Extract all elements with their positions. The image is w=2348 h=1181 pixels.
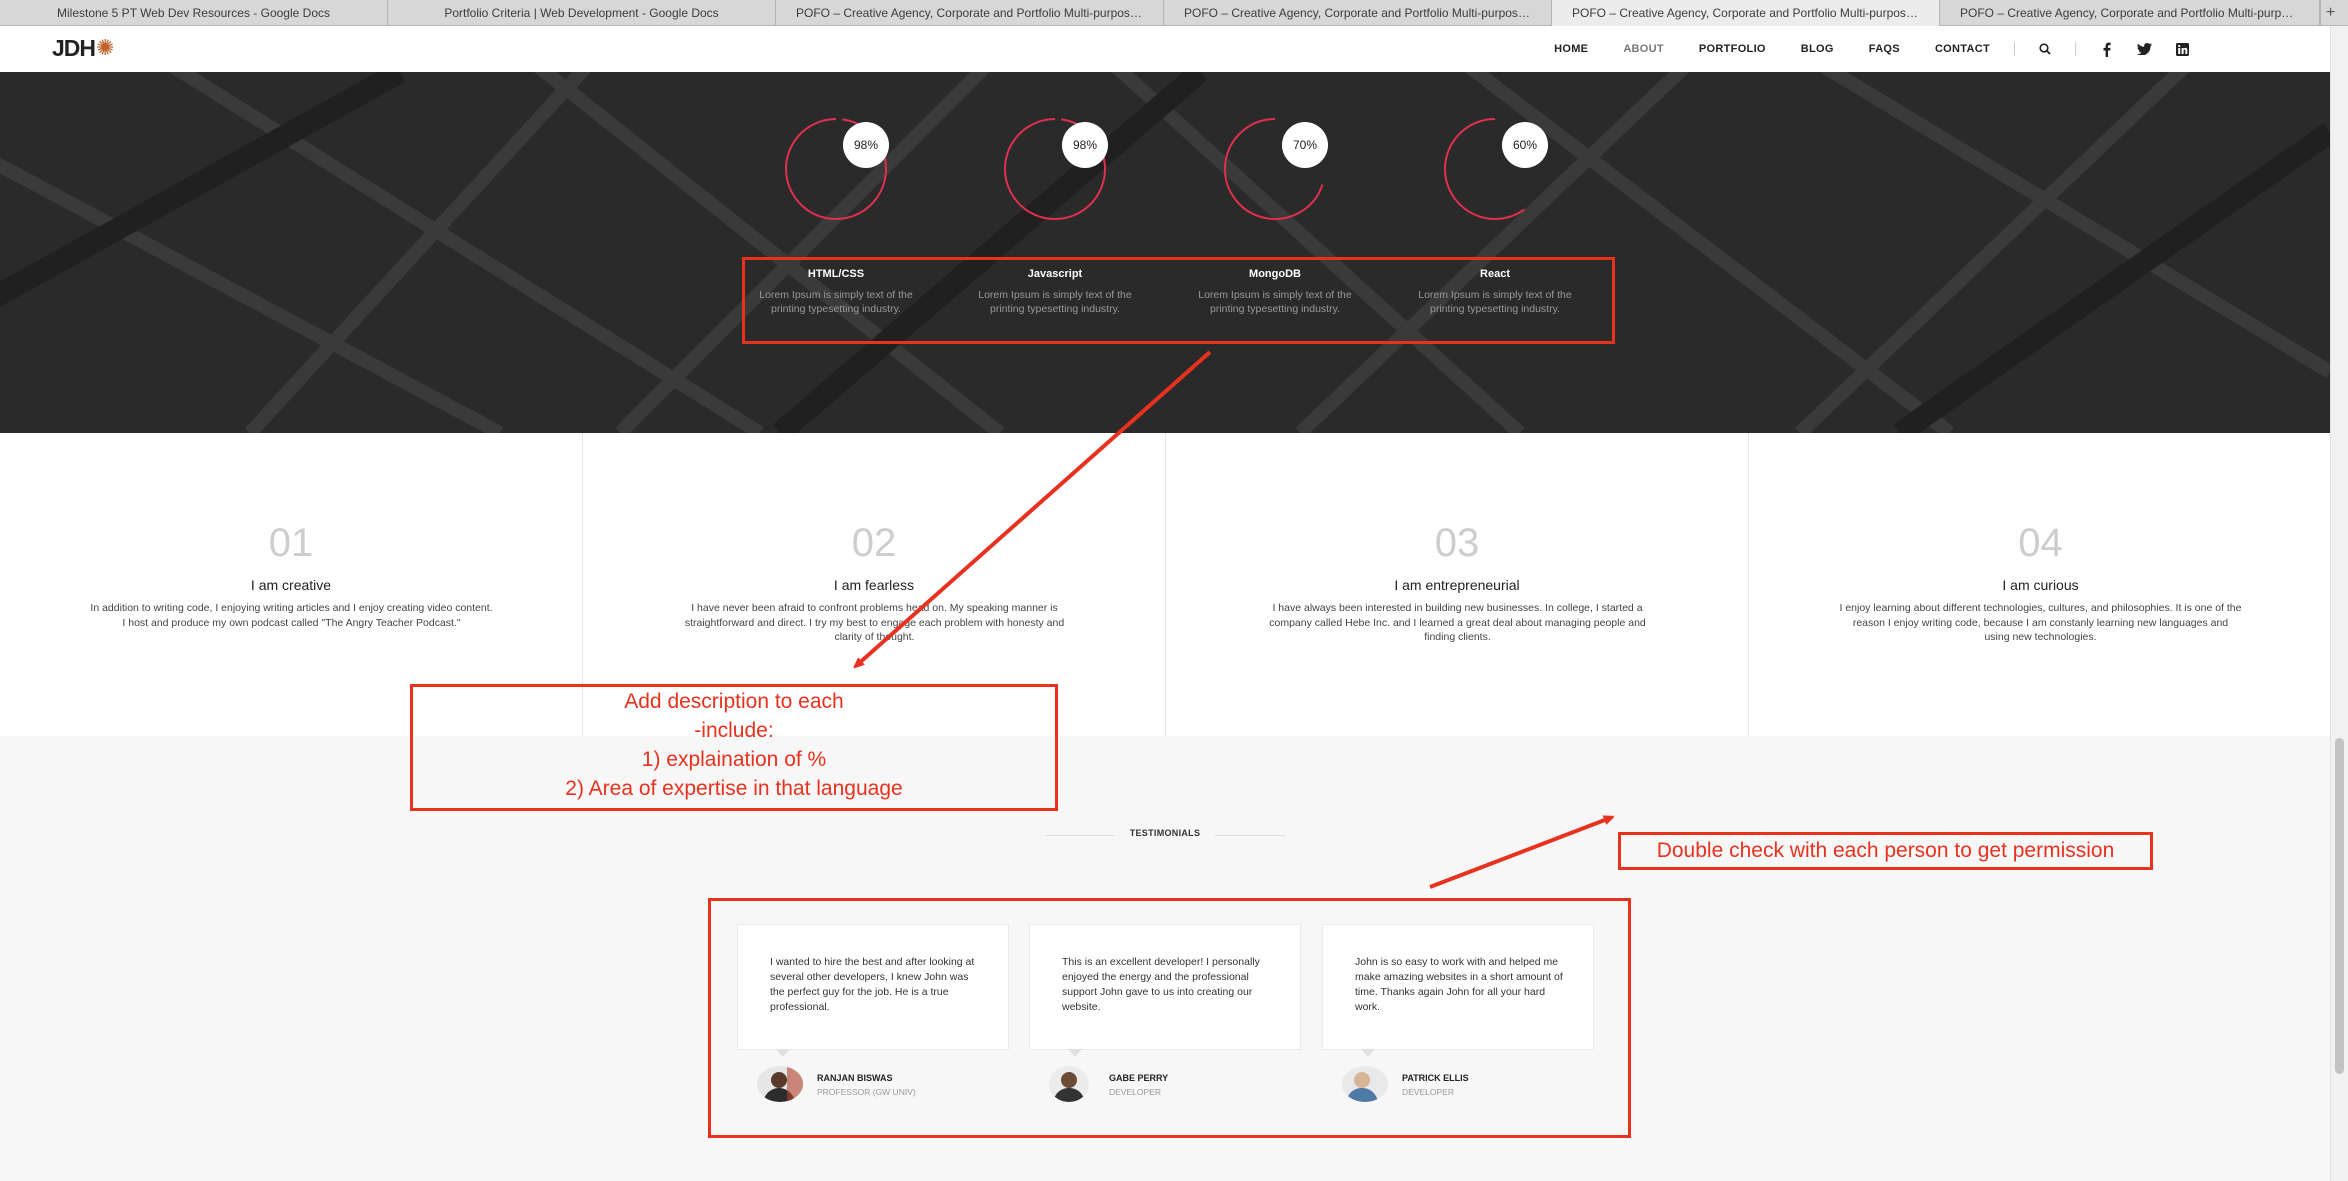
nav-about[interactable]: ABOUT bbox=[1623, 43, 1664, 55]
logo-star-icon: ✺ bbox=[96, 35, 115, 60]
percent-label: 60% bbox=[1513, 138, 1537, 152]
menu-divider bbox=[2075, 42, 2076, 56]
main-menu: HOME ABOUT PORTFOLIO BLOG FAQS CONTACT bbox=[1519, 26, 2190, 72]
feature-text: I have never been afraid to confront pro… bbox=[684, 602, 1065, 643]
feature-number: 04 bbox=[2018, 521, 2063, 565]
annotation-note-permission: Double check with each person to get per… bbox=[1656, 839, 2115, 862]
logo-text: JDH bbox=[52, 34, 96, 61]
linkedin-icon[interactable] bbox=[2174, 41, 2190, 57]
nav-home[interactable]: HOME bbox=[1554, 43, 1588, 55]
browser-tab[interactable]: POFO – Creative Agency, Corporate and Po… bbox=[1164, 0, 1552, 26]
annotation-box-testimonials bbox=[708, 898, 1631, 1138]
site-logo[interactable]: JDH ✺ bbox=[52, 34, 115, 61]
feature-number: 01 bbox=[268, 521, 314, 565]
new-tab-button[interactable]: + bbox=[2320, 0, 2340, 26]
percent-label: 70% bbox=[1293, 138, 1317, 152]
feature-text: I have always been interested in buildin… bbox=[1269, 602, 1646, 643]
browser-tab[interactable]: POFO – Creative Agency, Corporate and Po… bbox=[1940, 0, 2320, 26]
feature-card: 04 I am curious I enjoy learning about d… bbox=[1749, 433, 2332, 736]
feature-number: 02 bbox=[851, 521, 897, 565]
annotation-line: 1) explaination of % bbox=[641, 748, 827, 771]
feature-title: I am fearless bbox=[833, 577, 915, 593]
facebook-icon[interactable] bbox=[2098, 41, 2114, 57]
annotation-line: -include: bbox=[694, 719, 774, 742]
annotation-line: 2) Area of expertise in that language bbox=[565, 777, 903, 800]
feature-text: I enjoy learning about different technol… bbox=[1839, 602, 2242, 643]
testimonials-heading-wrap: TESTIMONIALS bbox=[1045, 828, 1285, 842]
menu-divider bbox=[2014, 42, 2015, 56]
browser-tab[interactable]: Portfolio Criteria | Web Development - G… bbox=[388, 0, 776, 26]
testimonials-heading: TESTIMONIALS bbox=[1129, 828, 1201, 838]
progress-ring: 98% bbox=[785, 118, 889, 220]
percent-label: 98% bbox=[854, 138, 878, 152]
browser-tab-active[interactable]: POFO – Creative Agency, Corporate and Po… bbox=[1552, 0, 1940, 26]
annotation-note-description: Add description to each -include: 1) exp… bbox=[413, 687, 1055, 803]
scrollbar-thumb[interactable] bbox=[2335, 738, 2344, 1074]
feature-title: I am curious bbox=[2002, 577, 2079, 593]
nav-portfolio[interactable]: PORTFOLIO bbox=[1699, 43, 1766, 55]
percent-label: 98% bbox=[1073, 138, 1097, 152]
feature-title: I am entrepreneurial bbox=[1394, 577, 1520, 593]
browser-tab[interactable]: Milestone 5 PT Web Dev Resources - Googl… bbox=[0, 0, 388, 26]
nav-faqs[interactable]: FAQS bbox=[1869, 43, 1900, 55]
progress-ring: 70% bbox=[1224, 118, 1328, 220]
feature-title: I am creative bbox=[250, 577, 332, 593]
progress-ring: 98% bbox=[1004, 118, 1108, 220]
page-scrollbar[interactable] bbox=[2330, 26, 2348, 1181]
feature-card: 03 I am entrepreneurial I have always be… bbox=[1166, 433, 1749, 736]
architecture-background bbox=[0, 72, 2330, 433]
feature-number: 03 bbox=[1434, 521, 1480, 565]
nav-contact[interactable]: CONTACT bbox=[1935, 43, 1990, 55]
progress-ring: 60% bbox=[1444, 118, 1548, 220]
annotation-line: Add description to each bbox=[624, 690, 844, 713]
annotation-box-skills bbox=[742, 257, 1615, 344]
search-icon[interactable] bbox=[2037, 41, 2053, 57]
nav-blog[interactable]: BLOG bbox=[1801, 43, 1834, 55]
features-section: 01 I am creative In addition to writing … bbox=[0, 433, 2330, 736]
twitter-icon[interactable] bbox=[2136, 41, 2152, 57]
heading-line bbox=[1215, 835, 1285, 836]
skills-section: 98% HTML/CSS Lorem Ipsum is simply text … bbox=[0, 72, 2330, 433]
browser-tab[interactable]: POFO – Creative Agency, Corporate and Po… bbox=[776, 0, 1164, 26]
site-navbar: JDH ✺ HOME ABOUT PORTFOLIO BLOG FAQS CON… bbox=[0, 26, 2330, 72]
feature-text: In addition to writing code, I enjoying … bbox=[90, 602, 493, 629]
browser-tab-bar: Milestone 5 PT Web Dev Resources - Googl… bbox=[0, 0, 2348, 26]
